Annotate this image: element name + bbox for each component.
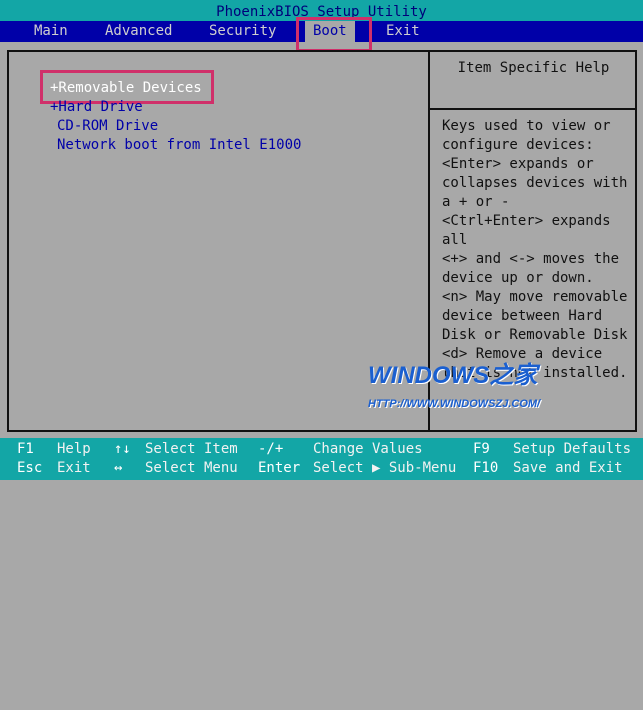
key-updown-label: Select Item: [145, 441, 238, 457]
help-line: configure devices:: [442, 137, 594, 153]
help-line: Disk or Removable Disk: [442, 327, 628, 343]
key-minus-plus-label: Change Values: [313, 441, 423, 457]
key-f10-label: Save and Exit: [513, 460, 623, 476]
key-enter: Enter: [258, 460, 301, 476]
key-leftright: ↔: [114, 460, 123, 476]
help-line: <n> May move removable: [442, 289, 628, 305]
tab-security[interactable]: Security: [201, 21, 284, 42]
watermark-logo-text: WINDOWS之家: [368, 362, 538, 389]
key-f9: F9: [473, 441, 490, 457]
tab-exit[interactable]: Exit: [378, 21, 428, 42]
key-updown: ↑↓: [114, 441, 131, 457]
boot-item-cdrom[interactable]: CD-ROM Drive: [57, 118, 158, 134]
help-line: all: [442, 232, 468, 248]
tab-main[interactable]: Main: [26, 21, 76, 42]
key-minus-plus: -/+: [258, 441, 284, 457]
boot-item-network[interactable]: Network boot from Intel E1000: [57, 137, 301, 153]
tab-highlight-box: [296, 17, 372, 52]
boot-item-hard-drive[interactable]: +Hard Drive: [50, 99, 143, 115]
help-line: <Ctrl+Enter> expands: [442, 213, 611, 229]
help-line: Keys used to view or: [442, 118, 611, 134]
help-line: <+> and <-> moves the: [442, 251, 620, 267]
help-line: <d> Remove a device: [442, 346, 603, 362]
key-enter-label: Select ▶ Sub-Menu: [313, 460, 457, 476]
key-leftright-label: Select Menu: [145, 460, 238, 476]
key-f1-label: Help: [57, 441, 91, 457]
key-help-bar: F1 Help ↑↓ Select Item -/+ Change Values…: [0, 438, 643, 480]
key-f10: F10: [473, 460, 499, 476]
help-line: device up or down.: [442, 270, 594, 286]
key-esc-label: Exit: [57, 460, 91, 476]
help-line: device between Hard: [442, 308, 603, 324]
tab-advanced[interactable]: Advanced: [97, 21, 180, 42]
key-esc: Esc: [17, 460, 43, 476]
help-separator: [430, 108, 637, 110]
help-line: <Enter> expands or: [442, 156, 594, 172]
key-f9-label: Setup Defaults: [513, 441, 632, 457]
key-f1: F1: [17, 441, 34, 457]
watermark-url: HTTP://WWW.WINDOWSZJ.COM/: [368, 398, 541, 410]
help-line: collapses devices with: [442, 175, 628, 191]
help-header: Item Specific Help: [457, 60, 610, 76]
help-line: a + or -: [442, 194, 510, 210]
